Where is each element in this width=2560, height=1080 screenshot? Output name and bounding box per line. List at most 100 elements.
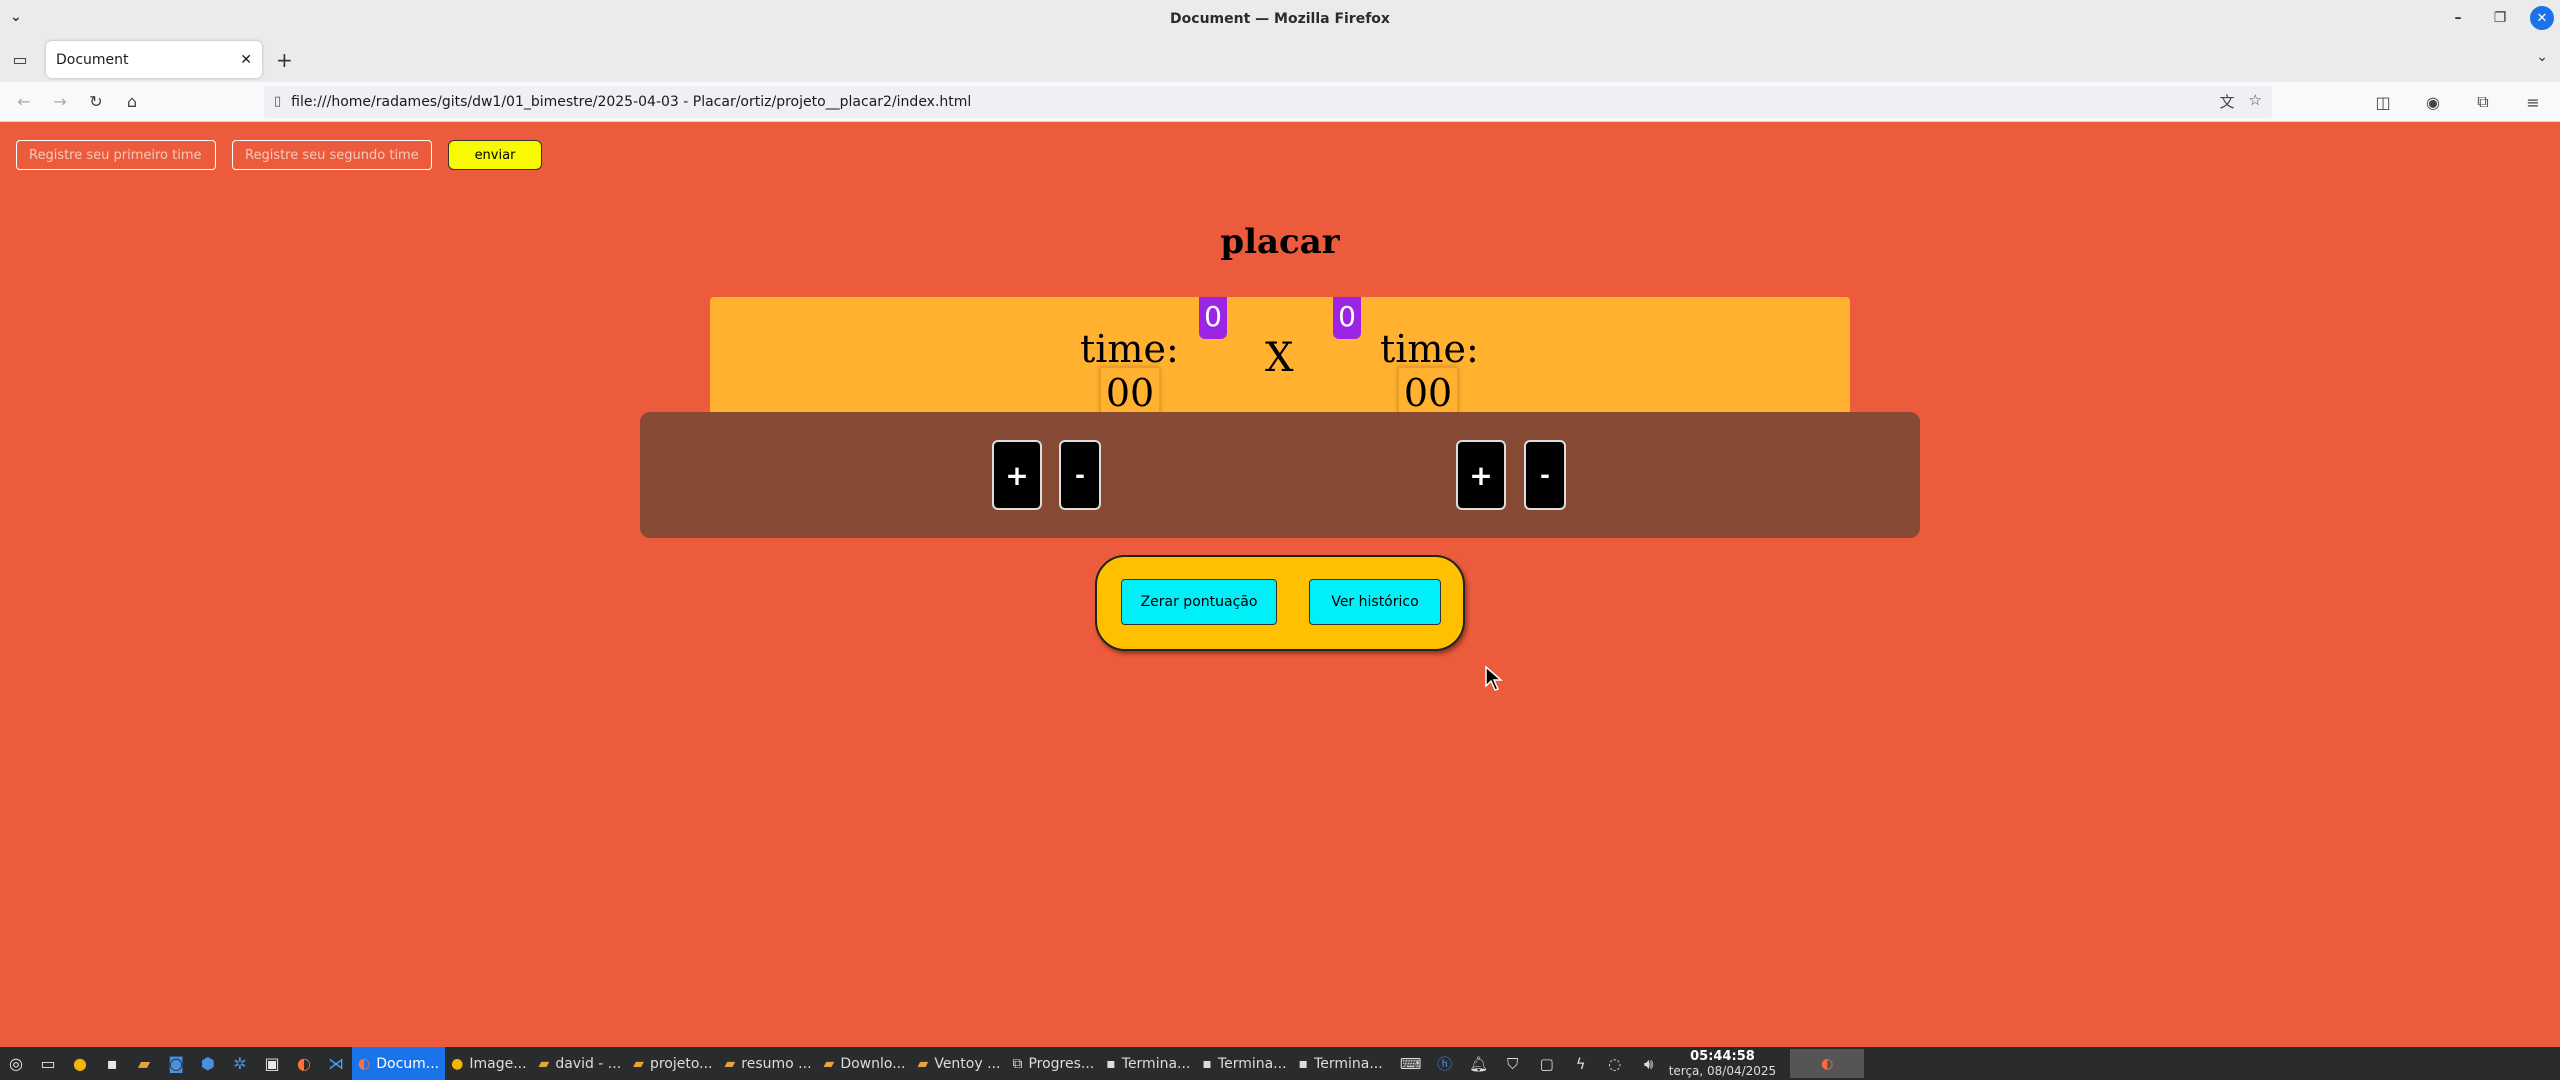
tab-document[interactable]: Document ✕ <box>46 41 262 78</box>
restore-icon[interactable]: ❐ <box>2488 6 2512 30</box>
clock-date: terça, 08/04/2025 <box>1668 1063 1777 1078</box>
window-controls: – ❐ ✕ <box>2446 6 2554 30</box>
files-launcher-icon[interactable]: ▰ <box>128 1047 160 1080</box>
power-icon[interactable]: ϟ <box>1567 1049 1595 1079</box>
firefox-icon: ◐ <box>1821 1055 1834 1072</box>
task-progress[interactable]: ⧉ Progres... <box>1006 1047 1100 1080</box>
team1-minus-button[interactable]: - <box>1059 440 1101 510</box>
bookmark-star-icon[interactable]: ☆ <box>2249 91 2262 112</box>
team2-badge: 0 <box>1333 297 1361 339</box>
firefox-icon: ◐ <box>358 1055 371 1072</box>
view-history-button[interactable]: Ver histórico <box>1309 579 1441 625</box>
url-text: file:///home/radames/gits/dw1/01_bimestr… <box>291 93 972 110</box>
workspace-preview[interactable]: ◐ <box>1790 1049 1865 1078</box>
tab-close-icon[interactable]: ✕ <box>240 52 252 68</box>
account-icon[interactable]: ◉ <box>2418 87 2448 117</box>
page-content: enviar placar time: 0 X 0 time: 00 00 + … <box>0 122 2560 1047</box>
reload-icon[interactable]: ↻ <box>78 87 114 117</box>
tab-bar: ▭ Document ✕ + ⌄ <box>0 37 2560 82</box>
task-terminal-3[interactable]: ▪ Termina... <box>1293 1047 1389 1080</box>
task-label: david - ... <box>555 1055 622 1072</box>
team1-score: 00 <box>1100 367 1160 417</box>
network-icon[interactable]: ◌ <box>1601 1049 1629 1079</box>
system-tray: ⌨ ⓗ 🔔︎ ⛉ ▢ ϟ ◌ 🔊︎ <box>1397 1049 1663 1079</box>
versus-label: X <box>1265 335 1294 381</box>
window-title: Document — Mozilla Firefox <box>1170 10 1390 27</box>
task-terminal-2[interactable]: ▪ Termina... <box>1196 1047 1292 1080</box>
extensions-icon[interactable]: ⧉ <box>2468 87 2498 117</box>
team2-plus-button[interactable]: + <box>1456 440 1506 510</box>
minimize-icon[interactable]: – <box>2446 6 2470 30</box>
folder-icon: ▰ <box>538 1055 550 1072</box>
notification-bell-icon[interactable]: 🔔︎ <box>1465 1049 1493 1079</box>
close-icon[interactable]: ✕ <box>2530 6 2554 30</box>
clipboard-icon[interactable]: ▢ <box>1533 1049 1561 1079</box>
second-team-input[interactable] <box>232 140 432 170</box>
task-label: Termina... <box>1314 1055 1383 1072</box>
clock[interactable]: 05:44:58 terça, 08/04/2025 <box>1668 1049 1777 1078</box>
team2-minus-button[interactable]: - <box>1524 440 1566 510</box>
task-firefox-document[interactable]: ◐ Docum... <box>352 1047 446 1080</box>
task-terminal-1[interactable]: ▪ Termina... <box>1100 1047 1196 1080</box>
taskbar: ◎ ▭ ● ▪ ▰ ◙ ⬢ ✲ ▣ ◐ ⋊ ◐ Docum... ● Image… <box>0 1047 2560 1080</box>
task-label: projeto... <box>649 1055 713 1072</box>
task-label: Image... <box>469 1055 527 1072</box>
copy-progress-icon: ⧉ <box>1012 1055 1023 1072</box>
first-team-input[interactable] <box>16 140 216 170</box>
app-menu-icon[interactable]: ◎ <box>0 1047 32 1080</box>
volume-icon[interactable]: 🔊︎ <box>1635 1049 1663 1079</box>
forward-arrow-icon[interactable]: → <box>42 87 78 117</box>
folder-icon: ▰ <box>917 1055 929 1072</box>
task-resumo[interactable]: ▰ resumo ... <box>719 1047 818 1080</box>
window-menu-chevron-icon[interactable]: ⌄ <box>10 9 22 25</box>
network-tool-launcher-icon[interactable]: ✲ <box>224 1047 256 1080</box>
task-david[interactable]: ▰ david - ... <box>533 1047 628 1080</box>
toolbar-right: ◫ ◉ ⧉ ≡ <box>2368 87 2548 117</box>
chrome-launcher-icon[interactable]: ● <box>64 1047 96 1080</box>
scoreboard: time: 0 X 0 time: 00 00 <box>710 297 1850 417</box>
screenshot-launcher-icon[interactable]: ◙ <box>160 1047 192 1080</box>
shield-icon[interactable]: ⛉ <box>1499 1049 1527 1079</box>
folder-icon: ▰ <box>633 1055 644 1072</box>
tab-list-icon[interactable]: ▭ <box>0 50 40 69</box>
translate-icon[interactable]: 文 <box>2220 91 2235 112</box>
task-label: Docum... <box>376 1055 440 1072</box>
vscode-launcher-icon[interactable]: ⋊ <box>320 1047 352 1080</box>
url-bar[interactable]: ▯ file:///home/radames/gits/dw1/01_bimes… <box>264 85 2272 118</box>
vpn-launcher-icon[interactable]: ⬢ <box>192 1047 224 1080</box>
new-tab-button[interactable]: + <box>276 48 293 72</box>
send-button[interactable]: enviar <box>448 140 542 170</box>
home-icon[interactable]: ⌂ <box>114 87 150 117</box>
task-label: resumo ... <box>741 1055 812 1072</box>
task-label: Termina... <box>1217 1055 1287 1072</box>
reset-score-button[interactable]: Zerar pontuação <box>1121 579 1277 625</box>
team1-label: time: <box>1080 327 1179 371</box>
task-label: Ventoy ... <box>934 1055 1001 1072</box>
task-label: Termina... <box>1121 1055 1191 1072</box>
mouse-cursor-icon <box>1485 665 1504 691</box>
team1-badge: 0 <box>1199 297 1227 339</box>
team2-label: time: <box>1380 327 1479 371</box>
team1-plus-button[interactable]: + <box>992 440 1042 510</box>
vim-launcher-icon[interactable]: ▣ <box>256 1047 288 1080</box>
tab-label: Document <box>56 51 129 68</box>
task-projeto[interactable]: ▰ projeto... <box>627 1047 718 1080</box>
list-all-tabs-chevron-icon[interactable]: ⌄ <box>2536 49 2548 65</box>
page-title: placar <box>1220 222 1340 262</box>
task-downloads[interactable]: ▰ Downlo... <box>818 1047 912 1080</box>
terminal-icon: ▪ <box>1202 1055 1212 1072</box>
hp-icon[interactable]: ⓗ <box>1431 1049 1459 1079</box>
keyboard-layout-icon[interactable]: ⌨ <box>1397 1049 1425 1079</box>
terminal-launcher-icon[interactable]: ▪ <box>96 1047 128 1080</box>
terminal-icon: ▪ <box>1106 1055 1116 1072</box>
task-ventoy[interactable]: ▰ Ventoy ... <box>912 1047 1007 1080</box>
navigation-toolbar: ← → ↻ ⌂ ▯ file:///home/radames/gits/dw1/… <box>0 82 2560 122</box>
back-arrow-icon[interactable]: ← <box>6 87 42 117</box>
terminal-icon: ▪ <box>1298 1055 1309 1072</box>
show-desktop-launcher-icon[interactable]: ▭ <box>32 1047 64 1080</box>
pocket-icon[interactable]: ◫ <box>2368 87 2398 117</box>
chrome-icon: ● <box>451 1055 464 1072</box>
firefox-launcher-icon[interactable]: ◐ <box>288 1047 320 1080</box>
task-image[interactable]: ● Image... <box>445 1047 532 1080</box>
menu-hamburger-icon[interactable]: ≡ <box>2518 87 2548 117</box>
